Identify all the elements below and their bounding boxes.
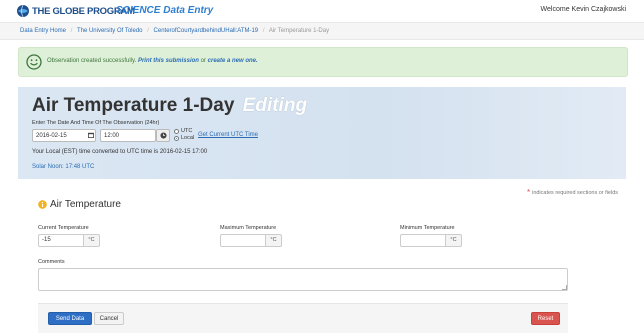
protocol-title: Air Temperature 1-Day bbox=[32, 95, 235, 116]
comments-label: Comments bbox=[38, 259, 65, 265]
breadcrumb-item-home[interactable]: Data Entry Home bbox=[20, 28, 66, 34]
minimum-temperature-label: Minimum Temperature bbox=[400, 225, 455, 231]
required-note: * indicates required sections or fields bbox=[527, 188, 618, 197]
breadcrumb: Data Entry Home / The University Of Tole… bbox=[0, 23, 644, 40]
globe-logo-icon bbox=[17, 4, 29, 18]
utc-radio[interactable] bbox=[174, 129, 179, 134]
maximum-temperature-label: Maximum Temperature bbox=[220, 225, 277, 231]
top-bar: THE GLOBE PROGRAM SCIENCE Data Entry Wel… bbox=[0, 0, 644, 23]
get-current-utc-link[interactable]: Get Current UTC Time bbox=[198, 132, 258, 138]
minimum-temperature-unit: °C bbox=[446, 234, 462, 247]
form-actions: Send Data Cancel Reset bbox=[38, 303, 568, 333]
app-title[interactable]: SCIENCE Data Entry bbox=[116, 5, 213, 16]
breadcrumb-item-site[interactable]: CenterofCourtyardbehindUHall:ATM-19 bbox=[154, 28, 259, 34]
success-message: Observation created successfully. Print … bbox=[47, 58, 258, 64]
success-alert: Observation created successfully. Print … bbox=[18, 47, 628, 77]
utc-label: UTC bbox=[181, 128, 193, 134]
solar-noon-text: Solar Noon: 17:48 UTC bbox=[32, 164, 95, 170]
textarea-resize-handle[interactable] bbox=[562, 285, 567, 290]
timezone-radio-group: UTC Local bbox=[174, 128, 194, 142]
send-data-button[interactable]: Send Data bbox=[48, 312, 92, 325]
current-temperature-label: Current Temperature bbox=[38, 225, 89, 231]
breadcrumb-separator: / bbox=[70, 28, 73, 34]
time-input[interactable]: 12:00 bbox=[100, 129, 156, 142]
print-submission-link[interactable]: Print this submission bbox=[138, 58, 199, 64]
calendar-icon[interactable] bbox=[88, 132, 94, 138]
clock-icon bbox=[159, 132, 167, 139]
alert-or-text: or bbox=[200, 58, 206, 64]
breadcrumb-separator: / bbox=[147, 28, 149, 34]
local-radio[interactable] bbox=[174, 136, 179, 141]
minimum-temperature-input[interactable] bbox=[400, 234, 446, 247]
current-temperature-input[interactable]: -15 bbox=[38, 234, 84, 247]
section-title-text: Air Temperature bbox=[50, 199, 121, 210]
success-text: Observation created successfully. bbox=[47, 58, 137, 64]
time-picker-button[interactable] bbox=[156, 129, 170, 142]
breadcrumb-separator: / bbox=[262, 28, 265, 34]
comments-textarea[interactable] bbox=[38, 268, 568, 291]
smiley-icon bbox=[26, 54, 42, 70]
utc-option[interactable]: UTC bbox=[174, 128, 194, 135]
local-option[interactable]: Local bbox=[174, 135, 194, 142]
maximum-temperature-input[interactable] bbox=[220, 234, 266, 247]
date-input[interactable]: 2016-02-15 bbox=[32, 129, 96, 142]
reset-button[interactable]: Reset bbox=[531, 312, 560, 325]
local-label: Local bbox=[181, 135, 195, 141]
required-note-text: indicates required sections or fields bbox=[532, 190, 618, 196]
page-title: Air Temperature 1-Day Editing bbox=[32, 95, 307, 117]
maximum-temperature-unit: °C bbox=[266, 234, 282, 247]
info-icon[interactable] bbox=[38, 200, 47, 209]
utc-conversion-text: Your Local (EST) time converted to UTC t… bbox=[32, 149, 208, 155]
datetime-instruction: Enter The Date And Time Of The Observati… bbox=[32, 120, 160, 126]
section-title: Air Temperature bbox=[38, 199, 121, 210]
current-temperature-unit: °C bbox=[84, 234, 100, 247]
cancel-button[interactable]: Cancel bbox=[94, 312, 124, 325]
welcome-user[interactable]: Welcome Kevin Czajkowski bbox=[541, 6, 626, 13]
breadcrumb-item-organization[interactable]: The University Of Toledo bbox=[77, 28, 143, 34]
required-star-icon: * bbox=[526, 188, 531, 197]
create-new-link[interactable]: create a new one. bbox=[208, 58, 258, 64]
breadcrumb-current: Air Temperature 1-Day bbox=[268, 28, 330, 34]
editing-status: Editing bbox=[242, 95, 308, 116]
observation-panel: Air Temperature 1-Day Editing Enter The … bbox=[18, 87, 626, 179]
